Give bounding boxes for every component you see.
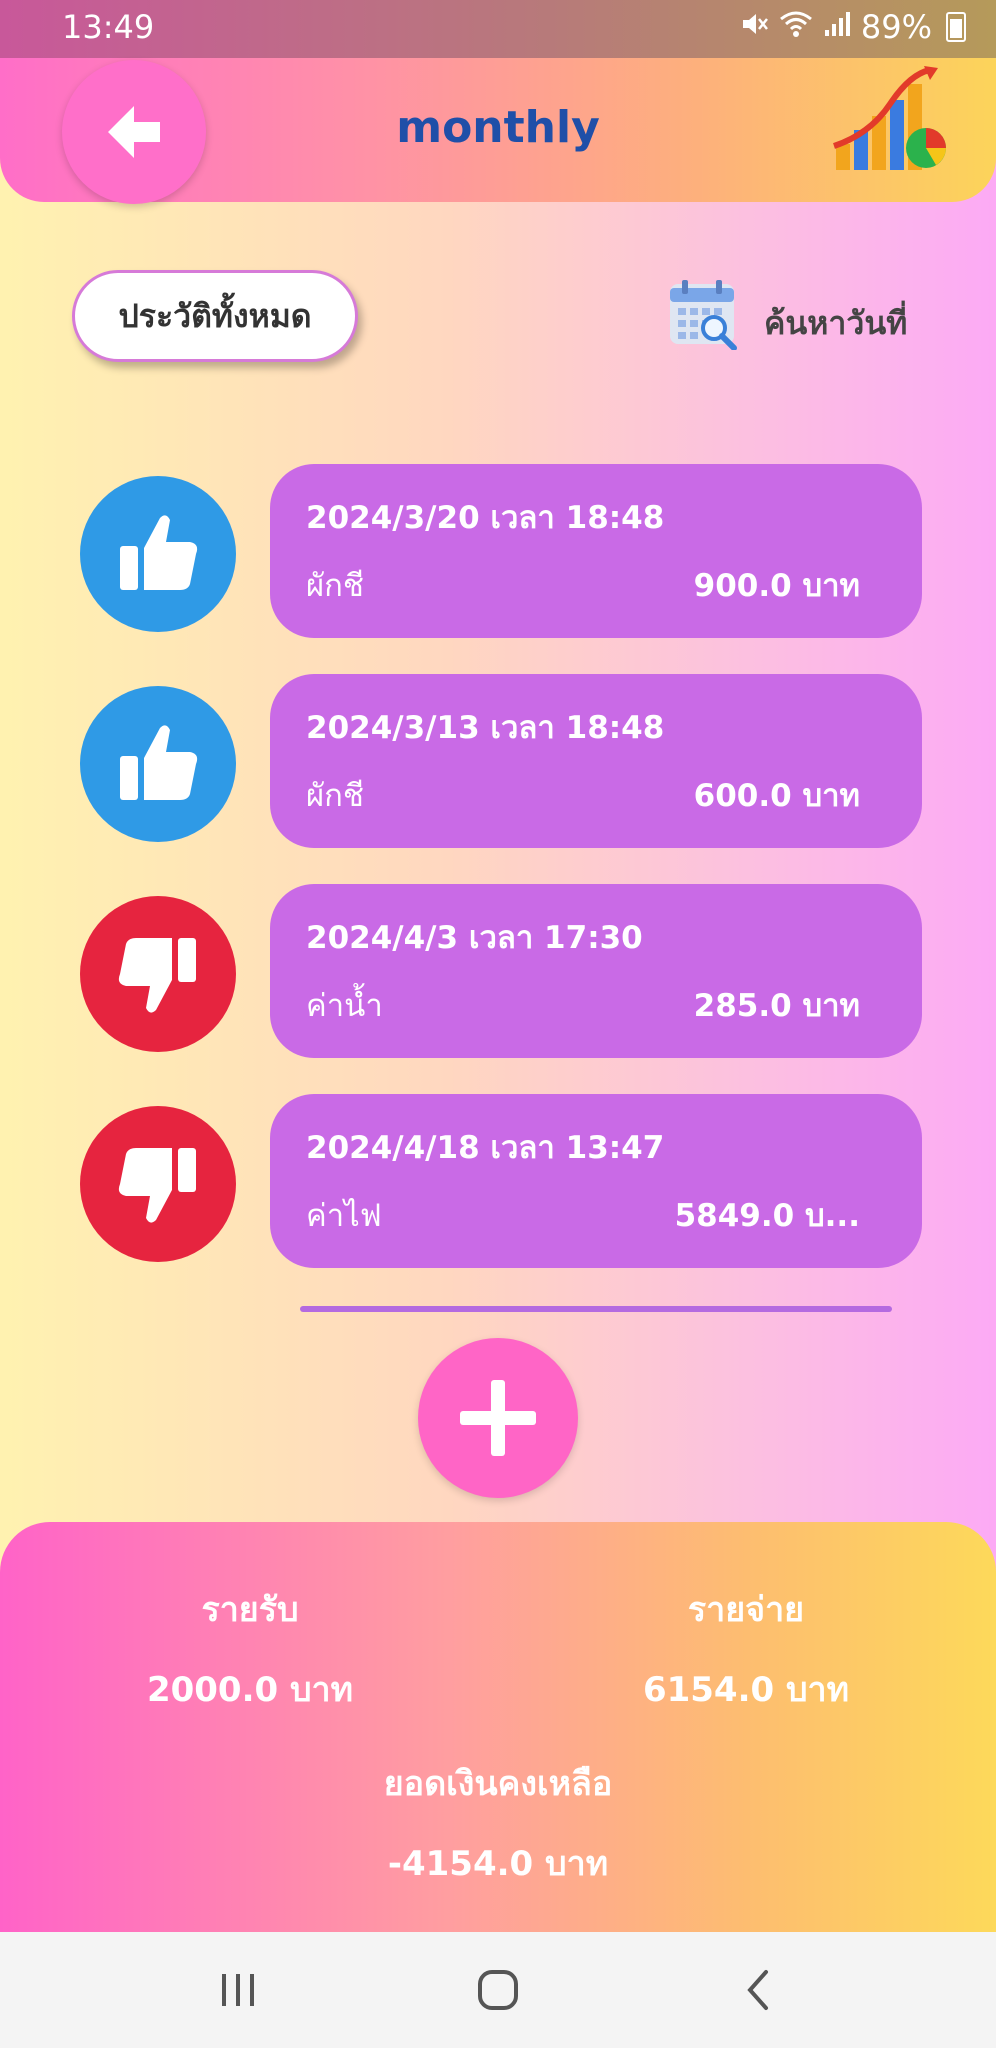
thumbs-up-icon <box>120 725 198 800</box>
search-date-label[interactable]: ค้นหาวันที่ <box>764 298 907 349</box>
header-bar: monthly <box>0 58 996 204</box>
list-item[interactable]: 2024/4/18 เวลา 13:47 ค่าไฟ 5849.0 บ... <box>0 1094 996 1270</box>
transaction-category: ค่าน้ำ <box>306 988 383 1024</box>
thumbs-up-icon <box>120 515 198 590</box>
battery-percent: 89% <box>860 8 932 46</box>
bar-chart-logo-icon <box>833 66 946 170</box>
transaction-list[interactable]: 2024/3/20 เวลา 18:48 ผักชี 900.0 บาท 202… <box>0 450 996 1310</box>
transaction-card[interactable]: 2024/4/18 เวลา 13:47 ค่าไฟ 5849.0 บ... <box>270 1094 922 1268</box>
transaction-datetime: 2024/4/3 เวลา 17:30 <box>306 920 643 956</box>
income-value: 2000.0 บาท <box>146 1670 354 1710</box>
expense-icon-badge <box>80 1106 236 1262</box>
plus-icon <box>460 1380 536 1456</box>
transaction-datetime: 2024/4/18 เวลา 13:47 <box>306 1130 665 1166</box>
thumbs-down-icon <box>118 1148 196 1223</box>
summary-panel: รายรับ 2000.0 บาท รายจ่าย 6154.0 บาท ยอด… <box>0 1522 996 1932</box>
thumbs-down-icon <box>118 938 196 1013</box>
recent-apps-icon[interactable] <box>198 1962 278 2018</box>
income-icon-badge <box>80 686 236 842</box>
income-label: รายรับ <box>201 1590 299 1630</box>
transaction-category: ค่าไฟ <box>306 1198 382 1234</box>
back-nav-icon[interactable] <box>718 1962 798 2018</box>
expense-label: รายจ่าย <box>687 1590 805 1630</box>
transaction-datetime: 2024/3/13 เวลา 18:48 <box>306 710 665 746</box>
battery-icon <box>946 12 966 42</box>
expense-icon-badge <box>80 896 236 1052</box>
home-icon[interactable] <box>458 1962 538 2018</box>
balance-summary: ยอดเงินคงเหลือ -4154.0 บาท <box>318 1756 678 1890</box>
list-item[interactable]: 2024/4/3 เวลา 17:30 ค่าน้ำ 285.0 บาท <box>0 884 996 1060</box>
transaction-amount: 5849.0 บ... <box>674 1198 860 1234</box>
next-card-edge <box>300 1306 892 1312</box>
list-item[interactable]: 2024/3/13 เวลา 18:48 ผักชี 600.0 บาท <box>0 674 996 850</box>
status-time: 13:49 <box>62 8 155 46</box>
system-nav-bar <box>0 1932 996 2048</box>
balance-label: ยอดเงินคงเหลือ <box>383 1764 613 1804</box>
transaction-amount: 600.0 บาท <box>693 778 860 814</box>
transaction-category: ผักชี <box>306 778 364 814</box>
income-icon-badge <box>80 476 236 632</box>
transaction-card[interactable]: 2024/3/13 เวลา 18:48 ผักชี 600.0 บาท <box>270 674 922 848</box>
transaction-amount: 285.0 บาท <box>693 988 860 1024</box>
calendar-search-icon[interactable] <box>666 278 738 350</box>
transaction-amount: 900.0 บาท <box>693 568 860 604</box>
add-transaction-button[interactable] <box>418 1338 578 1498</box>
transaction-datetime: 2024/3/20 เวลา 18:48 <box>306 500 665 536</box>
status-bar: 13:49 89% <box>0 0 996 58</box>
expense-summary: รายจ่าย 6154.0 บาท <box>566 1582 926 1716</box>
signal-icon <box>823 10 851 45</box>
list-item[interactable]: 2024/3/20 เวลา 18:48 ผักชี 900.0 บาท <box>0 464 996 640</box>
transaction-category: ผักชี <box>306 568 364 604</box>
all-history-button[interactable]: ประวัติทั้งหมด <box>72 270 358 362</box>
transaction-card[interactable]: 2024/3/20 เวลา 18:48 ผักชี 900.0 บาท <box>270 464 922 638</box>
mute-icon <box>739 9 769 46</box>
wifi-icon <box>779 9 813 46</box>
balance-value: -4154.0 บาท <box>387 1844 609 1884</box>
expense-value: 6154.0 บาท <box>642 1670 850 1710</box>
transaction-card[interactable]: 2024/4/3 เวลา 17:30 ค่าน้ำ 285.0 บาท <box>270 884 922 1058</box>
income-summary: รายรับ 2000.0 บาท <box>70 1582 430 1716</box>
status-icons: 89% <box>739 8 966 46</box>
